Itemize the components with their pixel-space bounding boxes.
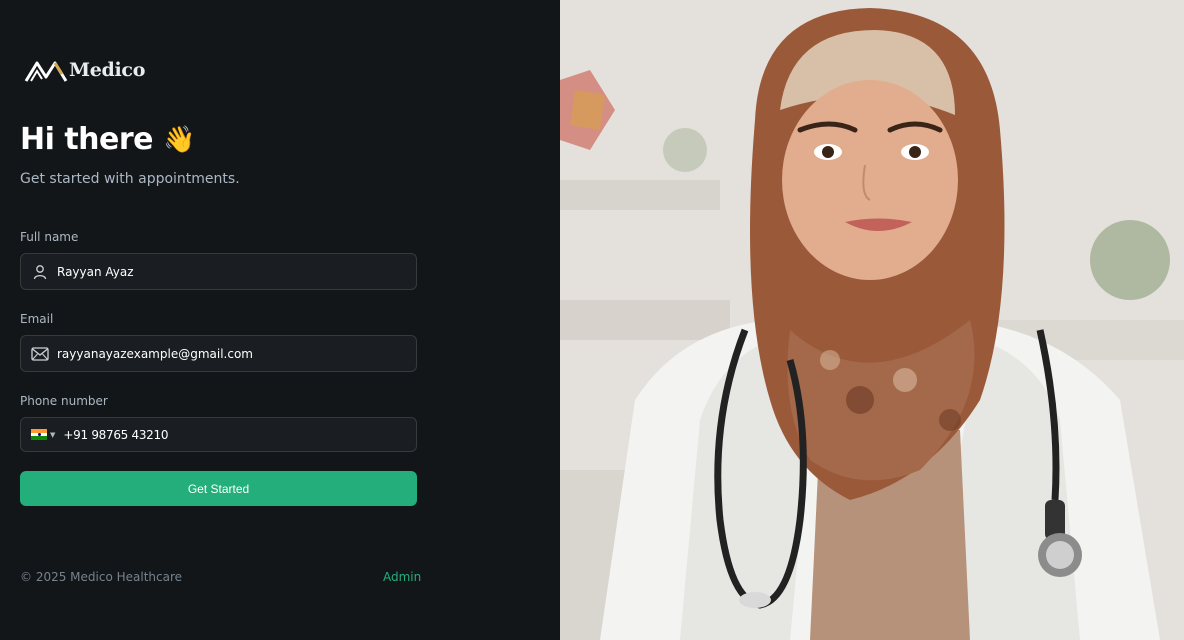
chevron-down-icon[interactable]: ▼ — [50, 431, 55, 439]
full-name-input[interactable] — [57, 254, 416, 289]
page-subtitle: Get started with appointments. — [20, 171, 240, 187]
phone-label: Phone number — [20, 394, 108, 408]
mail-icon — [21, 346, 57, 361]
onboarding-panel: Medico Hi there 👋 Get started with appoi… — [0, 0, 560, 640]
get-started-button[interactable]: Get Started — [20, 471, 417, 506]
brand-name: Medico — [69, 59, 146, 81]
email-label: Email — [20, 312, 54, 326]
wave-emoji-icon: 👋 — [163, 124, 195, 155]
copyright-text: © 2025 Medico Healthcare — [20, 570, 183, 584]
admin-link[interactable]: Admin — [383, 570, 421, 584]
user-icon — [21, 264, 57, 280]
full-name-field[interactable] — [20, 253, 417, 290]
page-title: Hi there 👋 — [20, 122, 195, 157]
india-flag-icon[interactable] — [31, 429, 47, 441]
phone-field[interactable]: ▼ — [20, 417, 417, 452]
medico-logo-icon — [24, 61, 68, 82]
title-text: Hi there — [20, 122, 154, 157]
brand-logo: Medico — [24, 56, 145, 84]
phone-input[interactable] — [63, 418, 416, 451]
full-name-label: Full name — [20, 230, 79, 244]
doctor-hero-image — [560, 0, 1184, 640]
email-field[interactable] — [20, 335, 417, 372]
email-input[interactable] — [57, 336, 416, 371]
